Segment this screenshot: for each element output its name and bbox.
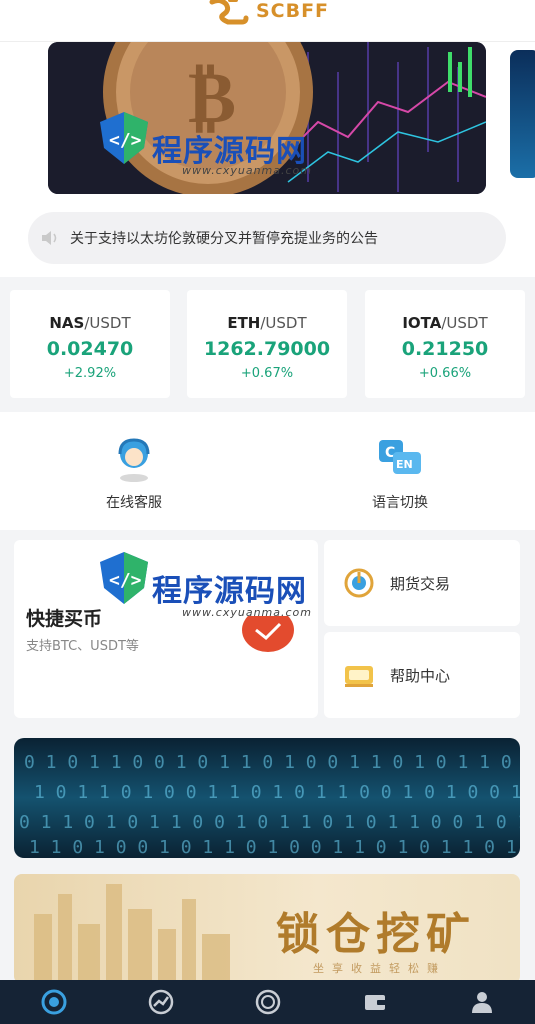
mining-promo-banner[interactable]: 锁仓挖矿 坐享收益轻松赚 bbox=[14, 874, 520, 984]
brand-name: SCBFF bbox=[255, 0, 330, 22]
binary-code-image: 0 1 0 1 1 0 0 1 0 1 1 0 1 0 0 1 1 0 1 0 … bbox=[19, 752, 520, 858]
quick-buy-subtitle: 支持BTC、USDT等 bbox=[26, 639, 139, 654]
nav-profile[interactable] bbox=[462, 982, 502, 1022]
futures-icon bbox=[344, 568, 374, 598]
data-promo-banner[interactable]: 0 1 0 1 1 0 0 1 0 1 1 0 1 0 0 1 1 0 1 0 … bbox=[14, 738, 520, 858]
ticker-price: 0.02470 bbox=[46, 338, 134, 360]
svg-text:1 1 0 1 0 0 1 0 1 1 0 1 0 0 1: 1 1 0 1 0 0 1 0 1 1 0 1 0 0 1 1 0 1 0 1 … bbox=[29, 837, 520, 858]
announcement-text: 关于支持以太坊伦敦硬分叉并暂停充提业务的公告 bbox=[70, 231, 378, 247]
nav-home[interactable] bbox=[34, 982, 74, 1022]
quick-buy-card[interactable]: 快捷买币 支持BTC、USDT等 bbox=[14, 540, 318, 718]
futures-label: 期货交易 bbox=[390, 574, 451, 593]
svg-text:EN: EN bbox=[396, 458, 413, 471]
ticker-card-nas[interactable]: NAS/USDT 0.02470 +2.92% bbox=[10, 290, 170, 398]
ticker-change: +0.67% bbox=[240, 366, 294, 381]
next-banner-peek[interactable] bbox=[510, 50, 535, 178]
nav-trade[interactable] bbox=[248, 982, 288, 1022]
trade-icon bbox=[255, 989, 280, 1015]
ticker-card-iota[interactable]: IOTA/USDT 0.21250 +0.66% bbox=[365, 290, 525, 398]
market-tickers: NAS/USDT 0.02470 +2.92% ETH/USDT 1262.79… bbox=[0, 280, 535, 410]
service-shortcuts: 在线客服 C EN 语言切换 bbox=[0, 412, 535, 530]
help-center-card[interactable]: 帮助中心 bbox=[324, 632, 520, 718]
speaker-icon bbox=[42, 231, 57, 245]
language-switch-button[interactable]: C EN 语言切换 bbox=[340, 436, 460, 512]
svg-text:₿: ₿ bbox=[188, 54, 236, 139]
quick-buy-icon bbox=[242, 616, 294, 652]
mining-promo-subtitle: 坐享收益轻松赚 bbox=[313, 962, 446, 975]
help-center-icon bbox=[345, 666, 373, 687]
banner-section: ₿ 关于支持以太坊伦敦硬分叉并暂停充提业务的公告 bbox=[0, 42, 535, 277]
home-icon bbox=[41, 989, 66, 1015]
ticker-pair: NAS/USDT bbox=[49, 314, 131, 332]
nav-wallet[interactable] bbox=[355, 982, 395, 1022]
ticker-price: 0.21250 bbox=[401, 338, 489, 360]
bitcoin-banner-image: ₿ bbox=[48, 42, 486, 194]
wallet-icon bbox=[364, 995, 386, 1010]
brand-logo[interactable]: SCBFF bbox=[206, 0, 329, 26]
mining-promo-title: 锁仓挖矿 bbox=[276, 909, 476, 960]
profile-icon bbox=[471, 992, 492, 1013]
help-center-label: 帮助中心 bbox=[390, 666, 451, 685]
ticker-change: +0.66% bbox=[418, 366, 472, 381]
online-service-button[interactable]: 在线客服 bbox=[74, 436, 194, 512]
city-skyline-image bbox=[34, 884, 230, 984]
quick-buy-title: 快捷买币 bbox=[26, 608, 103, 630]
ticker-price: 1262.79000 bbox=[203, 338, 331, 360]
svg-text:1 0 1 1 0 1 0 0 1 1 0 1 0 1 1: 1 0 1 1 0 1 0 0 1 1 0 1 0 1 1 0 0 1 0 1 … bbox=[34, 782, 520, 803]
ticker-change: +2.92% bbox=[63, 366, 117, 381]
ticker-pair: IOTA/USDT bbox=[402, 314, 488, 332]
futures-trading-card[interactable]: 期货交易 bbox=[324, 540, 520, 626]
language-switch-label: 语言切换 bbox=[372, 495, 428, 511]
banner-slide[interactable]: ₿ bbox=[48, 42, 486, 194]
svg-text:0 1 1 0 1 0 1 1 0 0 1 0 1 1 0: 0 1 1 0 1 0 1 1 0 0 1 0 1 1 0 1 0 1 1 0 … bbox=[19, 812, 520, 833]
announcement-bar[interactable]: 关于支持以太坊伦敦硬分叉并暂停充提业务的公告 bbox=[28, 212, 506, 264]
online-service-label: 在线客服 bbox=[106, 495, 162, 511]
svg-text:0 1 0 1 1 0 0 1 0 1 1 0 1 0 0: 0 1 0 1 1 0 0 1 0 1 1 0 1 0 0 1 1 0 1 0 … bbox=[24, 752, 520, 773]
bottom-navigation bbox=[0, 980, 535, 1024]
app-header: SCBFF bbox=[0, 0, 535, 42]
nav-market[interactable] bbox=[141, 982, 181, 1022]
brand-logo-icon bbox=[209, 0, 249, 25]
language-switch-icon: C EN bbox=[379, 440, 421, 474]
ticker-pair: ETH/USDT bbox=[227, 314, 307, 332]
customer-service-icon bbox=[118, 438, 150, 482]
market-icon bbox=[148, 989, 173, 1015]
ticker-card-eth[interactable]: ETH/USDT 1262.79000 +0.67% bbox=[187, 290, 347, 398]
